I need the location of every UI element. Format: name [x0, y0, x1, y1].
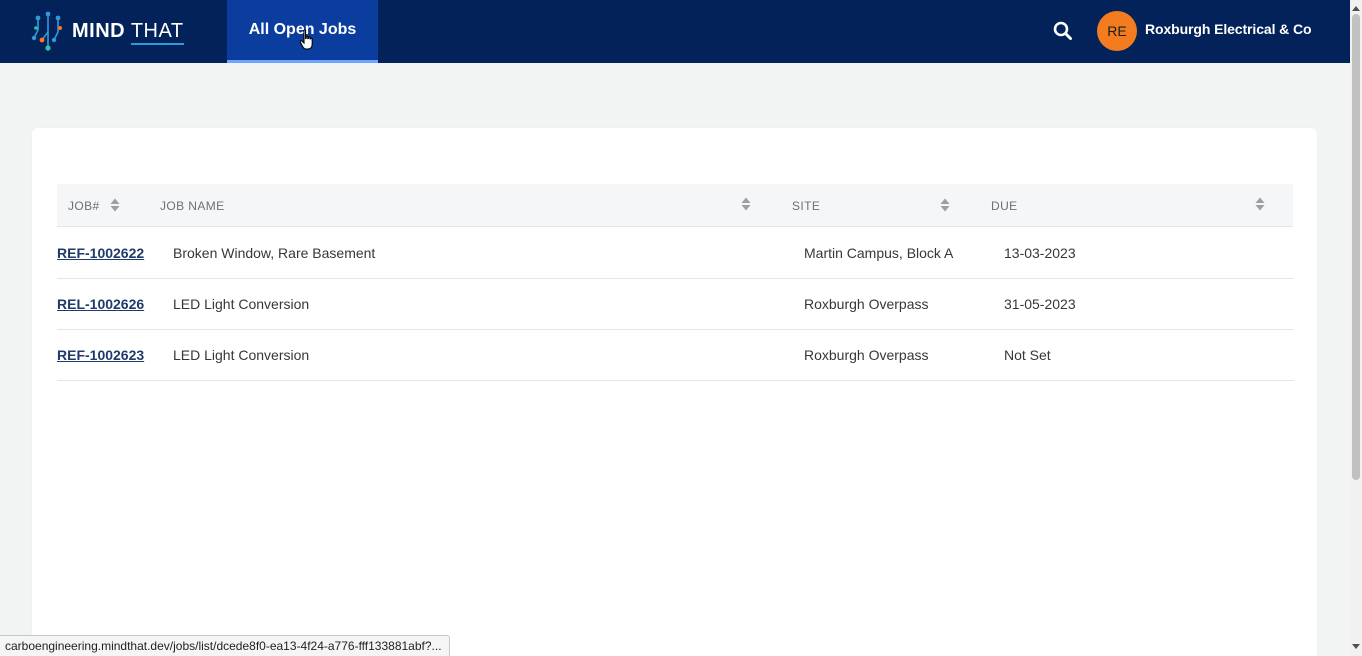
column-header-label: DUE	[991, 198, 1018, 213]
job-number-link[interactable]: REF-1002622	[57, 228, 144, 278]
table-header: JOB# JOB NAME SITE DUE	[57, 184, 1293, 227]
job-number-link[interactable]: REF-1002623	[57, 330, 144, 380]
hand-pointer-icon	[299, 29, 313, 50]
sort-icon[interactable]	[741, 197, 751, 211]
sort-icon[interactable]	[110, 198, 120, 212]
column-header-label: SITE	[792, 198, 821, 213]
column-header-due[interactable]: DUE	[991, 184, 1018, 227]
sort-icon[interactable]	[1255, 197, 1265, 211]
table-row[interactable]: REF-1002622 Broken Window, Rare Basement…	[57, 228, 1294, 279]
column-header-site[interactable]: SITE	[792, 184, 820, 227]
column-header-job-name[interactable]: JOB NAME	[160, 184, 225, 227]
due-cell: 13-03-2023	[1004, 245, 1076, 261]
site-cell: Roxburgh Overpass	[804, 347, 929, 363]
site-cell: Roxburgh Overpass	[804, 296, 929, 312]
column-header-job-number[interactable]: JOB#	[68, 184, 100, 227]
app-logo[interactable]: MIND THAT	[30, 10, 184, 52]
job-name-cell: LED Light Conversion	[173, 296, 310, 312]
site-cell: Martin Campus, Block A	[804, 245, 954, 261]
status-bar-url: carboengineering.mindthat.dev/jobs/list/…	[0, 635, 450, 656]
avatar-initials: RE	[1107, 23, 1127, 39]
due-cell: 31-05-2023	[1004, 296, 1076, 312]
column-header-label: JOB#	[68, 198, 100, 213]
job-number-link[interactable]: REL-1002626	[57, 279, 144, 329]
scrollbar-thumb[interactable]	[1352, 14, 1360, 480]
sort-icon[interactable]	[940, 198, 950, 212]
top-navbar: MIND THAT All Open Jobs RE Roxburgh Elec…	[0, 0, 1350, 63]
scroll-down-arrow-icon[interactable]	[1350, 640, 1362, 652]
scroll-up-arrow-icon[interactable]	[1350, 2, 1362, 14]
vertical-scrollbar[interactable]	[1350, 0, 1362, 656]
job-name-cell: LED Light Conversion	[173, 347, 310, 363]
due-cell: Not Set	[1004, 347, 1051, 363]
logo-mark-icon	[31, 11, 62, 51]
logo-text: MIND THAT	[72, 20, 184, 45]
search-icon	[1053, 21, 1072, 40]
job-name-cell: Broken Window, Rare Basement	[173, 245, 376, 261]
avatar[interactable]: RE	[1097, 11, 1137, 51]
search-button[interactable]	[1052, 20, 1074, 42]
table-row[interactable]: REF-1002623 LED Light Conversion Roxburg…	[57, 330, 1294, 381]
column-header-label: JOB NAME	[160, 198, 225, 213]
table-row[interactable]: REL-1002626 LED Light Conversion Roxburg…	[57, 279, 1294, 330]
company-name[interactable]: Roxburgh Electrical & Co	[1145, 21, 1312, 37]
